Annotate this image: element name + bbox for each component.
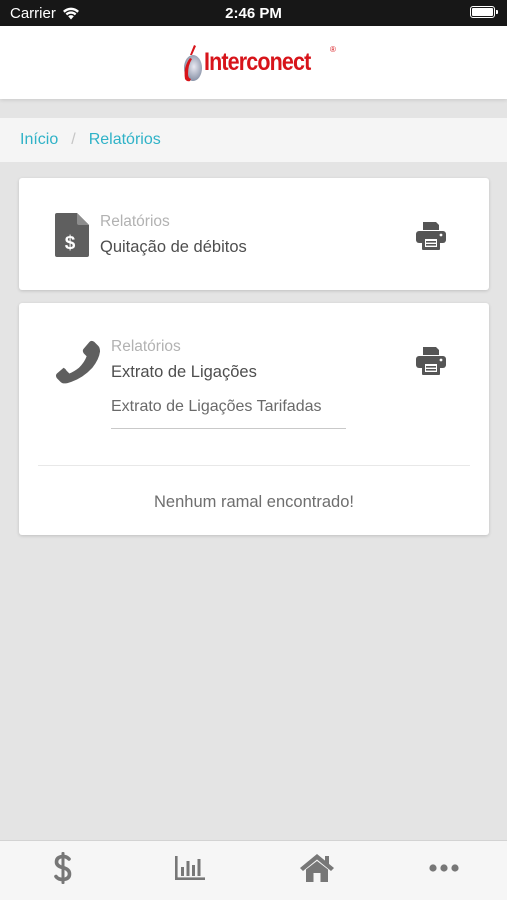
card-title: Quitação de débitos — [100, 238, 247, 256]
interconect-logo: Interconect ® — [179, 41, 336, 85]
logo-mark-icon — [184, 44, 203, 81]
empty-message: Nenhum ramal encontrado! — [154, 493, 354, 511]
card-title: Extrato de Ligações — [111, 363, 257, 381]
tab-bar — [0, 840, 507, 900]
tab-relatorios[interactable] — [127, 841, 254, 900]
battery-icon — [470, 6, 498, 18]
divider — [38, 465, 470, 466]
print-icon[interactable] — [416, 347, 446, 375]
breadcrumb: Início / Relatórios — [0, 118, 507, 162]
brand-name: Interconect — [204, 48, 311, 76]
breadcrumb-separator: / — [71, 131, 76, 148]
dollar-icon — [54, 851, 72, 884]
registered-mark: ® — [329, 44, 336, 54]
svg-text:$: $ — [65, 233, 76, 254]
breadcrumb-current[interactable]: Relatórios — [89, 131, 161, 149]
status-bar: Carrier 2:46 PM — [0, 0, 507, 26]
tab-mais[interactable] — [380, 841, 507, 900]
breadcrumb-home-link[interactable]: Início — [20, 131, 58, 149]
home-icon — [299, 853, 334, 882]
app-header: Interconect ® — [0, 26, 507, 99]
report-card-quitacao[interactable]: $ Relatórios Quitação de débitos — [19, 178, 489, 290]
card-category-label: Relatórios — [111, 338, 181, 355]
card-category-label: Relatórios — [100, 213, 170, 230]
bar-chart-icon — [175, 855, 206, 880]
more-icon — [429, 863, 459, 872]
report-type-select[interactable]: Extrato de Ligações Tarifadas — [111, 395, 346, 429]
tab-inicio[interactable] — [254, 841, 381, 900]
invoice-dollar-icon: $ — [55, 213, 89, 257]
tab-financeiro[interactable] — [0, 841, 127, 900]
clock: 2:46 PM — [225, 5, 282, 22]
phone-icon — [55, 340, 101, 384]
print-icon[interactable] — [416, 222, 446, 250]
report-card-extrato: Relatórios Extrato de Ligações Extrato d… — [19, 303, 489, 535]
